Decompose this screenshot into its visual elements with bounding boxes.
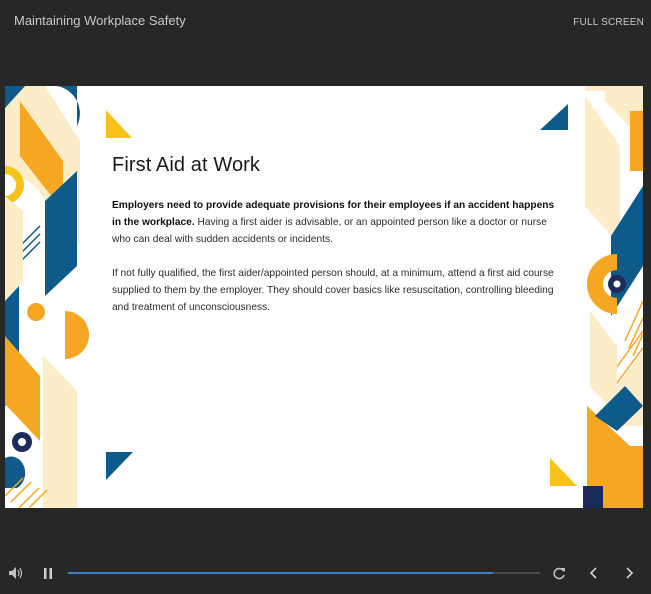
volume-icon[interactable] [7, 564, 25, 582]
slide-paragraph-2: If not fully qualified, the first aider/… [112, 268, 554, 313]
slide-content: First Aid at Work Employers need to prov… [112, 154, 560, 333]
progress-bar[interactable] [68, 572, 540, 574]
previous-icon[interactable] [585, 564, 603, 582]
player-controls [0, 558, 651, 588]
replay-icon[interactable] [550, 564, 568, 582]
progress-fill [68, 572, 493, 574]
slide-paragraph-1: Employers need to provide adequate provi… [112, 197, 560, 248]
slide-heading: First Aid at Work [112, 154, 261, 176]
fullscreen-button[interactable]: FULL SCREEN [573, 17, 644, 28]
course-title: Maintaining Workplace Safety [14, 13, 186, 28]
pause-icon[interactable] [39, 564, 57, 582]
next-icon[interactable] [620, 564, 638, 582]
slide: First Aid at Work Employers need to prov… [5, 86, 643, 508]
